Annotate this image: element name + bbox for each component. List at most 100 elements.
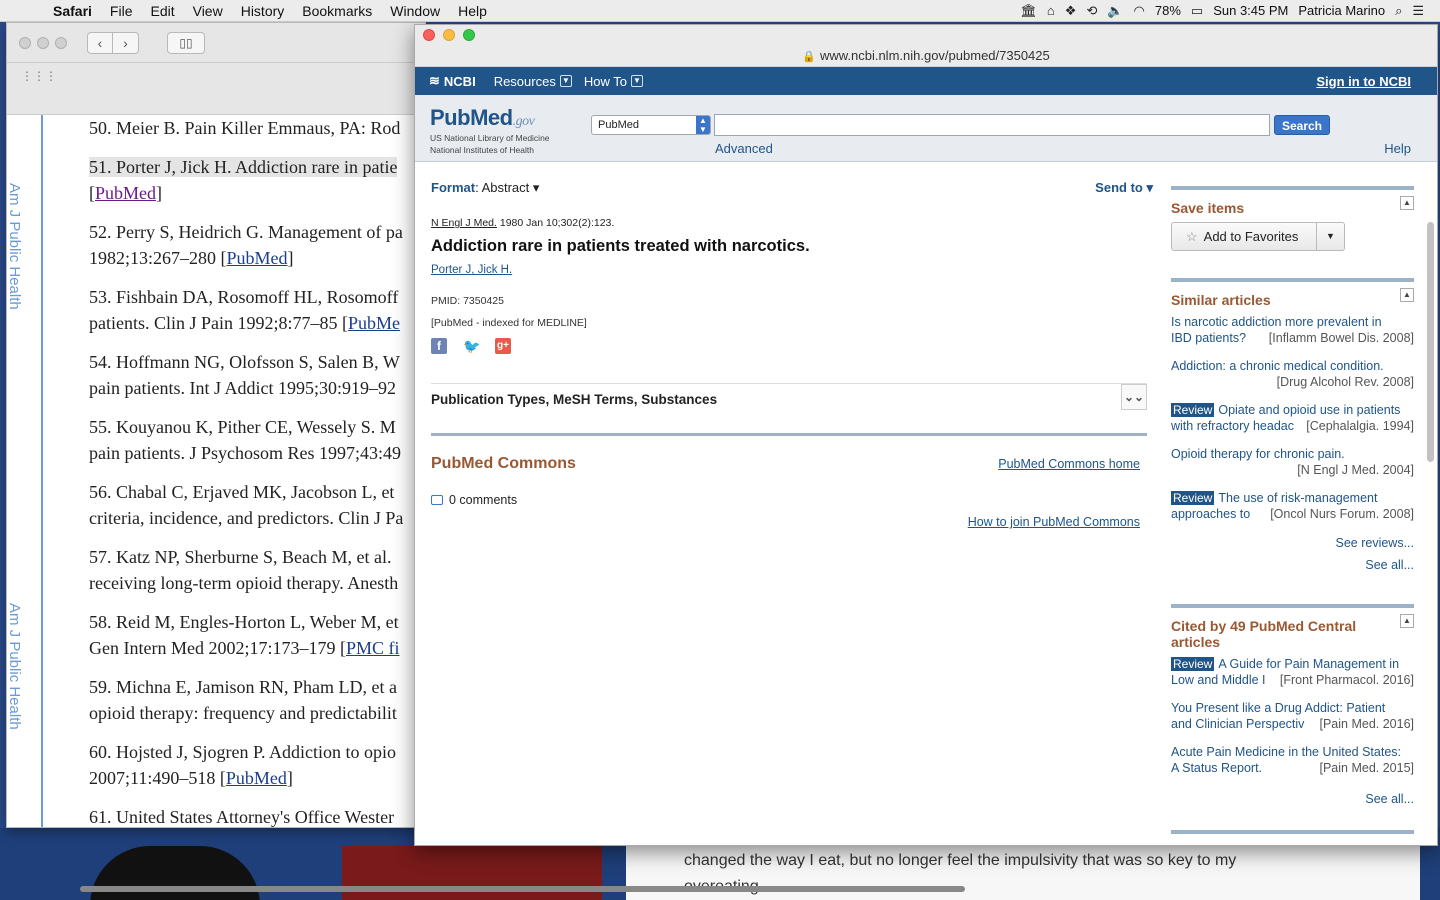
ncbi-logo[interactable]: ≋ NCBI xyxy=(429,73,476,89)
cited-by-panel: Cited by 49 PubMed Central articles ▲ Re… xyxy=(1171,604,1414,806)
time-machine-icon[interactable]: ⟲ xyxy=(1086,3,1097,19)
zoom-button-inactive[interactable] xyxy=(55,36,67,49)
reference-item: 60. Hojsted J, Sjogren P. Addiction to o… xyxy=(89,742,397,788)
similar-article[interactable]: Review Opiate and opioid use in patients … xyxy=(1171,402,1414,434)
next-panel xyxy=(1171,830,1414,834)
ncbi-logo-icon: ≋ xyxy=(429,73,440,88)
cited-article[interactable]: You Present like a Drug Addict: Patient … xyxy=(1171,700,1414,732)
pub-types-section[interactable]: Publication Types, MeSH Terms, Substance… xyxy=(431,383,1147,413)
journal-sidebar-label: Am J Public Health xyxy=(7,183,27,310)
pubmed-link[interactable]: PubMed xyxy=(95,183,156,203)
reference-item: 61. United States Attorney's Office West… xyxy=(89,807,395,827)
address-bar[interactable]: 🔒 www.ncbi.nlm.nih.gov/pubmed/7350425 xyxy=(415,48,1437,63)
send-to-dropdown[interactable]: Send to ▾ xyxy=(1095,180,1153,196)
expand-icon[interactable]: ⌄⌄ xyxy=(1121,384,1147,410)
scrollbar-thumb[interactable] xyxy=(1427,222,1434,462)
notification-center-icon[interactable]: ☰ xyxy=(1412,3,1424,19)
back-window-toolbar: ‹ › ▯▯ xyxy=(7,23,425,63)
search-button[interactable]: Search xyxy=(1274,115,1330,135)
lock-icon: 🔒 xyxy=(802,51,816,63)
collapse-icon[interactable]: ▲ xyxy=(1400,614,1414,628)
battery-icon[interactable]: ▭ xyxy=(1191,3,1203,19)
collapse-icon[interactable]: ▲ xyxy=(1400,196,1414,210)
dropbox-icon[interactable]: ❖ xyxy=(1065,3,1077,19)
help-link[interactable]: Help xyxy=(1384,141,1411,156)
pubmed-link[interactable]: PubMe xyxy=(348,313,400,333)
bank-icon[interactable]: 🏛 xyxy=(1020,3,1037,19)
ncbi-nav-bar: ≋ NCBI Resources ▼ How To ▼ Sign in to NCBI xyxy=(415,67,1437,95)
reference-item: 54. Hoffmann NG, Olofsson S, Salen B, Wp… xyxy=(89,352,400,398)
menu-user[interactable]: Patricia Marino xyxy=(1298,3,1385,18)
page-scrollbar[interactable] xyxy=(1427,162,1435,845)
select-arrows-icon: ▲ ▼ xyxy=(696,116,710,134)
reference-item: 50. Meier B. Pain Killer Emmaus, PA: Rod xyxy=(89,118,401,138)
cited-article[interactable]: Acute Pain Medicine in the United States… xyxy=(1171,744,1414,776)
see-all-cited-link[interactable]: See all... xyxy=(1171,792,1414,806)
sidebar-toggle-icon[interactable]: ▯▯ xyxy=(167,31,205,54)
menu-window[interactable]: Window xyxy=(381,3,449,19)
collapse-icon[interactable]: ▲ xyxy=(1400,288,1414,302)
menu-view[interactable]: View xyxy=(184,3,232,19)
volume-icon[interactable]: 🔈 xyxy=(1107,3,1123,19)
back-button[interactable]: ‹ xyxy=(87,31,113,54)
background-scrollbar[interactable] xyxy=(80,886,965,892)
author-link[interactable]: Jick H xyxy=(478,264,509,276)
reference-item: 57. Katz NP, Sherburne S, Beach M, et al… xyxy=(89,547,399,593)
howto-menu[interactable]: How To ▼ xyxy=(584,74,643,89)
reference-item: 52. Perry S, Heidrich G. Management of p… xyxy=(89,222,403,268)
similar-article[interactable]: Opioid therapy for chronic pain. [N Engl… xyxy=(1171,446,1414,478)
save-items-panel: Save items ▲ ☆ Add to Favorites ▼ xyxy=(1171,186,1414,251)
pubmed-link[interactable]: PubMed xyxy=(227,248,288,268)
see-all-link[interactable]: See all... xyxy=(1171,558,1414,572)
format-dropdown[interactable]: Abstract ▾ xyxy=(482,180,540,195)
close-button-inactive[interactable] xyxy=(19,36,31,49)
menu-help[interactable]: Help xyxy=(449,3,496,19)
author-link[interactable]: Porter J xyxy=(431,264,471,276)
journal-link[interactable]: N Engl J Med. xyxy=(431,217,497,229)
twitter-icon[interactable]: 🐦 xyxy=(463,338,480,354)
top-sites-grid-icon[interactable]: ⋮⋮⋮ xyxy=(7,63,425,115)
battery-percent[interactable]: 78% xyxy=(1155,3,1181,18)
back-browser-window: ‹ › ▯▯ ⋮⋮⋮ Am J Public Health Am J Publi… xyxy=(6,22,426,828)
resources-menu[interactable]: Resources ▼ xyxy=(494,74,572,89)
comments-link[interactable]: 0 comments xyxy=(431,493,517,507)
similar-article[interactable]: Review The use of risk-management approac… xyxy=(1171,490,1414,522)
facebook-icon[interactable]: f xyxy=(431,338,447,354)
citation: N Engl J Med. 1980 Jan 10;302(2):123. xyxy=(431,217,615,229)
menu-edit[interactable]: Edit xyxy=(141,3,183,19)
menu-history[interactable]: History xyxy=(232,3,294,19)
forward-button[interactable]: › xyxy=(113,31,139,54)
star-icon: ☆ xyxy=(1186,229,1198,244)
similar-article[interactable]: Addiction: a chronic medical condition. … xyxy=(1171,358,1414,390)
menu-file[interactable]: File xyxy=(101,3,142,19)
add-to-favorites-button[interactable]: ☆ Add to Favorites ▼ xyxy=(1171,222,1345,251)
menu-clock[interactable]: Sun 3:45 PM xyxy=(1213,3,1288,18)
minimize-button-inactive[interactable] xyxy=(37,36,49,49)
join-commons-link[interactable]: How to join PubMed Commons xyxy=(968,515,1140,529)
reference-item: 55. Kouyanou K, Pither CE, Wessely S. Mp… xyxy=(89,417,401,463)
google-plus-icon[interactable]: g+ xyxy=(495,338,511,354)
menu-bookmarks[interactable]: Bookmarks xyxy=(293,3,381,19)
advanced-search-link[interactable]: Advanced xyxy=(715,141,773,156)
commons-home-link[interactable]: PubMed Commons home xyxy=(998,457,1140,471)
pmid: PMID: 7350425 xyxy=(431,295,504,307)
close-button[interactable] xyxy=(423,29,435,41)
zoom-button[interactable] xyxy=(463,29,475,41)
see-reviews-link[interactable]: See reviews... xyxy=(1171,536,1414,550)
pmc-link[interactable]: PMC fi xyxy=(346,638,400,658)
wifi-icon[interactable]: ◠ xyxy=(1134,3,1145,19)
pubmed-logo[interactable]: PubMed.gov US National Library of Medici… xyxy=(430,105,550,155)
search-input[interactable] xyxy=(714,114,1270,136)
similar-article[interactable]: Is narcotic addiction more prevalent in … xyxy=(1171,314,1414,346)
review-badge: Review xyxy=(1171,491,1215,505)
database-select[interactable]: PubMed ▲ ▼ xyxy=(591,115,711,135)
front-browser-window: 🔒 www.ncbi.nlm.nih.gov/pubmed/7350425 ≋ NC… xyxy=(414,24,1438,846)
signin-link[interactable]: Sign in to NCBI xyxy=(1316,74,1411,89)
spotlight-search-icon[interactable]: ⌕ xyxy=(1395,3,1402,19)
pubmed-link[interactable]: PubMed xyxy=(226,768,287,788)
review-badge: Review xyxy=(1171,403,1215,417)
cited-article[interactable]: Review A Guide for Pain Management in Low… xyxy=(1171,656,1414,688)
minimize-button[interactable] xyxy=(443,29,455,41)
home-icon[interactable]: ⌂ xyxy=(1047,3,1055,18)
menu-app-safari[interactable]: Safari xyxy=(44,3,101,19)
